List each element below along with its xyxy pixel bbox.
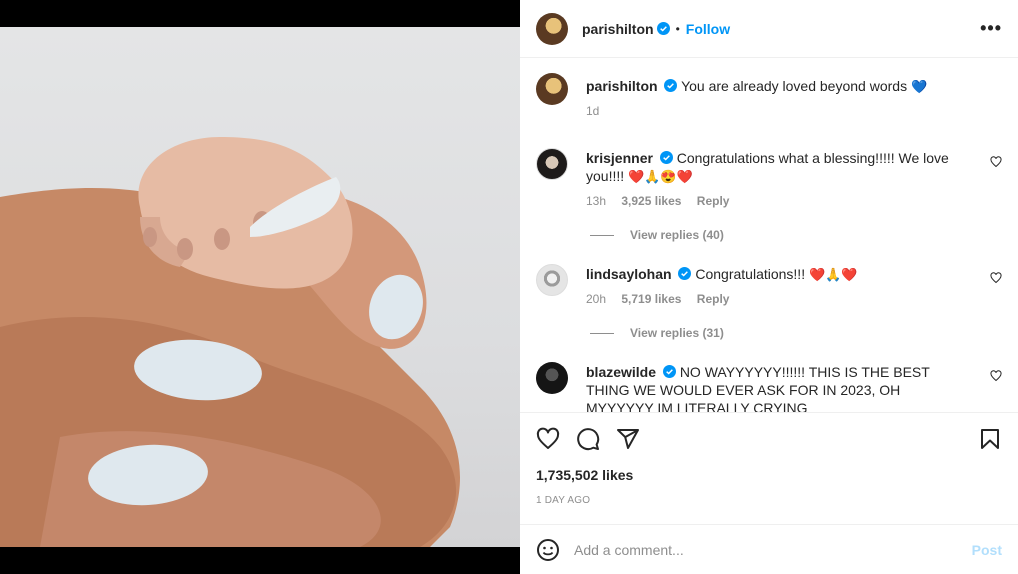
author-avatar[interactable]: [536, 12, 568, 45]
view-replies-button[interactable]: View replies (31): [590, 326, 1002, 340]
comment-text: Congratulations!!!: [695, 266, 806, 282]
comment-like-icon[interactable]: [990, 156, 1002, 168]
comment-item: krisjenner Congratulations what a blessi…: [536, 148, 1002, 210]
add-comment-bar: Post: [520, 524, 1018, 574]
post-modal: parishilton • Follow ••• parishilton You…: [0, 0, 1018, 574]
view-replies-button[interactable]: View replies (40): [590, 228, 1002, 242]
comment-like-icon[interactable]: [990, 370, 1002, 382]
post-comment-button[interactable]: Post: [972, 542, 1002, 558]
post-photo[interactable]: [0, 27, 520, 547]
comment-like-icon[interactable]: [990, 272, 1002, 284]
verified-badge-icon: [659, 151, 673, 164]
replies-divider: [590, 234, 614, 236]
separator-dot: •: [675, 21, 680, 36]
comments-list: parishilton You are already loved beyond…: [520, 59, 1018, 412]
caption: parishilton You are already loved beyond…: [536, 73, 1002, 120]
replies-divider: [590, 332, 614, 334]
follow-button[interactable]: Follow: [686, 21, 730, 37]
share-icon[interactable]: [616, 427, 640, 451]
comment-likes[interactable]: 3,925 likes: [621, 194, 681, 208]
caption-emoji: 💙: [910, 79, 928, 94]
verified-badge-icon: [664, 79, 678, 92]
comment-meta: 20h 5,719 likes Reply: [586, 290, 962, 308]
view-replies-label: View replies (31): [630, 326, 724, 340]
reply-button[interactable]: Reply: [697, 194, 730, 208]
more-options-icon[interactable]: •••: [980, 18, 1002, 39]
post-sidebar: parishilton • Follow ••• parishilton You…: [520, 0, 1018, 574]
comment-username[interactable]: blazewilde: [586, 364, 656, 380]
reply-button[interactable]: Reply: [697, 292, 730, 306]
comment-item: lindsaylohan Congratulations!!! ❤️🙏❤️ 20…: [536, 264, 1002, 308]
likes-count[interactable]: 1,735,502 likes: [536, 467, 1002, 483]
comment-item: blazewilde NO WAYYYYYY!!!!!! THIS IS THE…: [536, 362, 1002, 412]
add-comment-input[interactable]: [574, 541, 972, 558]
heart-icon[interactable]: [536, 427, 560, 451]
verified-badge-icon: [678, 267, 692, 280]
commenter-avatar[interactable]: [536, 148, 568, 180]
author-avatar[interactable]: [536, 73, 568, 105]
caption-text: You are already loved beyond words: [681, 78, 908, 94]
comment-time: 20h: [586, 292, 607, 306]
hands-photo-illustration: [0, 137, 460, 547]
comment-likes[interactable]: 5,719 likes: [621, 292, 681, 306]
comment-time: 13h: [586, 194, 607, 208]
bookmark-icon[interactable]: [978, 427, 1002, 451]
commenter-avatar[interactable]: [536, 264, 568, 296]
comment-meta: 13h 3,925 likes Reply: [586, 192, 962, 210]
caption-username[interactable]: parishilton: [586, 78, 658, 94]
caption-time: 1d: [586, 104, 600, 118]
view-replies-label: View replies (40): [630, 228, 724, 242]
comment-icon[interactable]: [576, 427, 600, 451]
verified-badge-icon: [662, 365, 676, 378]
comment-username[interactable]: lindsaylohan: [586, 266, 672, 282]
author-username[interactable]: parishilton: [582, 21, 654, 37]
verified-badge-icon: [656, 22, 670, 35]
comment-username[interactable]: krisjenner: [586, 150, 653, 166]
commenter-avatar[interactable]: [536, 362, 568, 394]
comment-emoji: ❤️🙏😍❤️: [628, 169, 693, 184]
post-header: parishilton • Follow •••: [520, 0, 1018, 58]
comment-emoji: ❤️🙏❤️: [808, 267, 858, 282]
action-icons: [536, 413, 1002, 465]
post-actions: 1,735,502 likes 1 DAY AGO: [520, 412, 1018, 524]
post-timestamp[interactable]: 1 DAY AGO: [536, 495, 1002, 506]
emoji-icon[interactable]: [536, 538, 560, 562]
post-media: [0, 0, 520, 574]
